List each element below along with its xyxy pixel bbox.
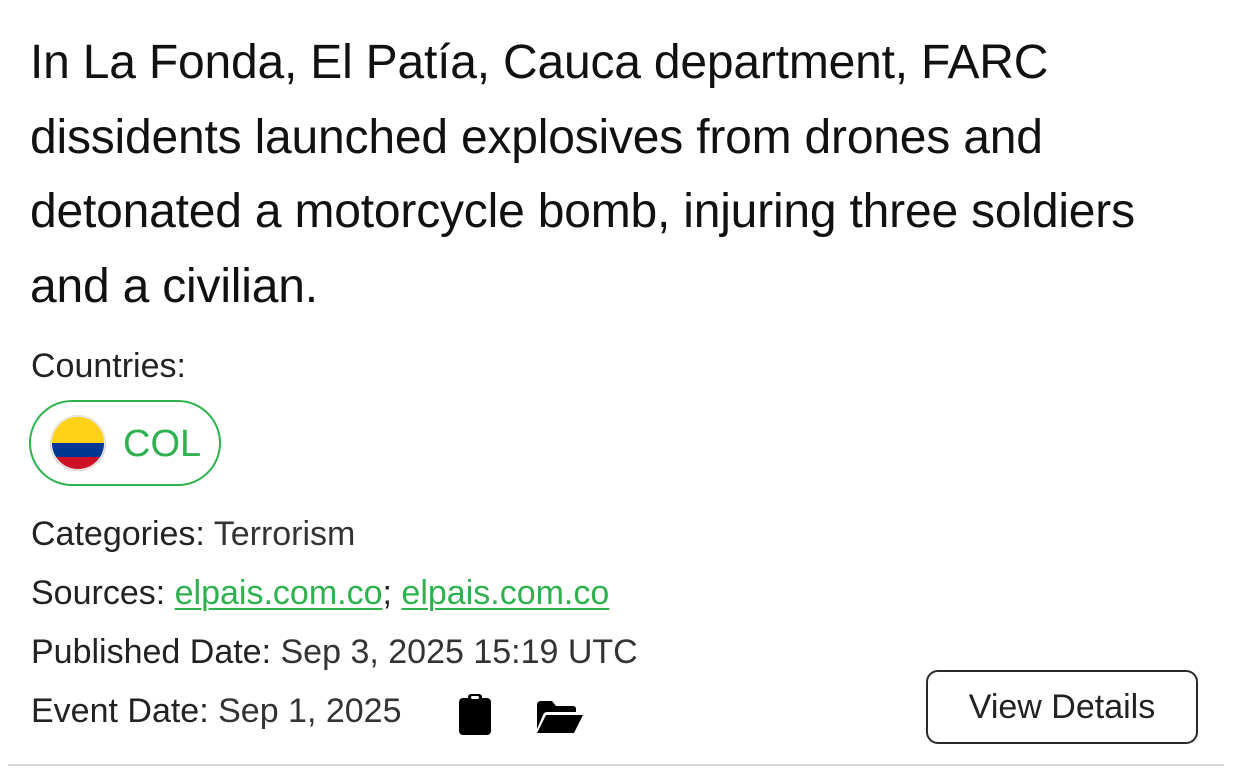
- view-details-button[interactable]: View Details: [926, 670, 1198, 744]
- event-date-value: Sep 1, 2025: [218, 692, 402, 730]
- published-date-label: Published Date:: [31, 633, 272, 671]
- sources-separator: ;: [382, 574, 392, 612]
- categories-row: Categories: Terrorism: [31, 514, 355, 554]
- source-link-2[interactable]: elpais.com.co: [401, 574, 609, 612]
- event-date-label: Event Date:: [31, 692, 209, 730]
- colombia-flag-icon: [50, 415, 106, 471]
- country-chip-col[interactable]: COL: [29, 400, 221, 486]
- country-code: COL: [123, 423, 202, 465]
- source-link-1[interactable]: elpais.com.co: [175, 574, 383, 612]
- published-date-value: Sep 3, 2025 15:19 UTC: [280, 633, 638, 671]
- sources-row: Sources: elpais.com.co; elpais.com.co: [31, 573, 609, 613]
- event-headline: In La Fonda, El Patía, Cauca department,…: [30, 36, 1135, 313]
- sources-label: Sources:: [31, 574, 166, 612]
- folder-open-icon[interactable]: [535, 699, 585, 735]
- event-date-row: Event Date: Sep 1, 2025: [31, 691, 402, 731]
- published-date-row: Published Date: Sep 3, 2025 15:19 UTC: [31, 632, 638, 672]
- categories-label: Categories:: [31, 515, 205, 553]
- event-card: In La Fonda, El Patía, Cauca department,…: [8, 0, 1224, 766]
- countries-label: Countries:: [31, 347, 186, 385]
- clipboard-icon[interactable]: [457, 692, 493, 736]
- categories-value: Terrorism: [213, 515, 356, 553]
